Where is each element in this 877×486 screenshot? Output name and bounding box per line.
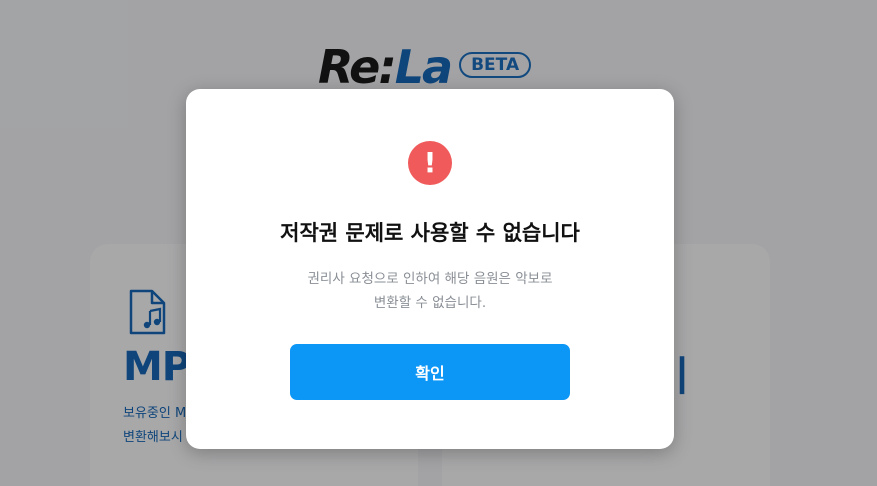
message-line: 권리사 요청으로 인하여 해당 음원은 악보로 xyxy=(307,271,553,287)
copyright-error-dialog: ! 저작권 문제로 사용할 수 없습니다 권리사 요청으로 인하여 해당 음원은… xyxy=(186,89,674,449)
dialog-message: 권리사 요청으로 인하여 해당 음원은 악보로 변환할 수 없습니다. xyxy=(186,267,674,315)
confirm-button[interactable]: 확인 xyxy=(290,344,570,400)
dialog-title: 저작권 문제로 사용할 수 없습니다 xyxy=(280,221,580,245)
message-line: 변환할 수 없습니다. xyxy=(373,295,487,311)
exclamation-icon: ! xyxy=(408,141,452,185)
